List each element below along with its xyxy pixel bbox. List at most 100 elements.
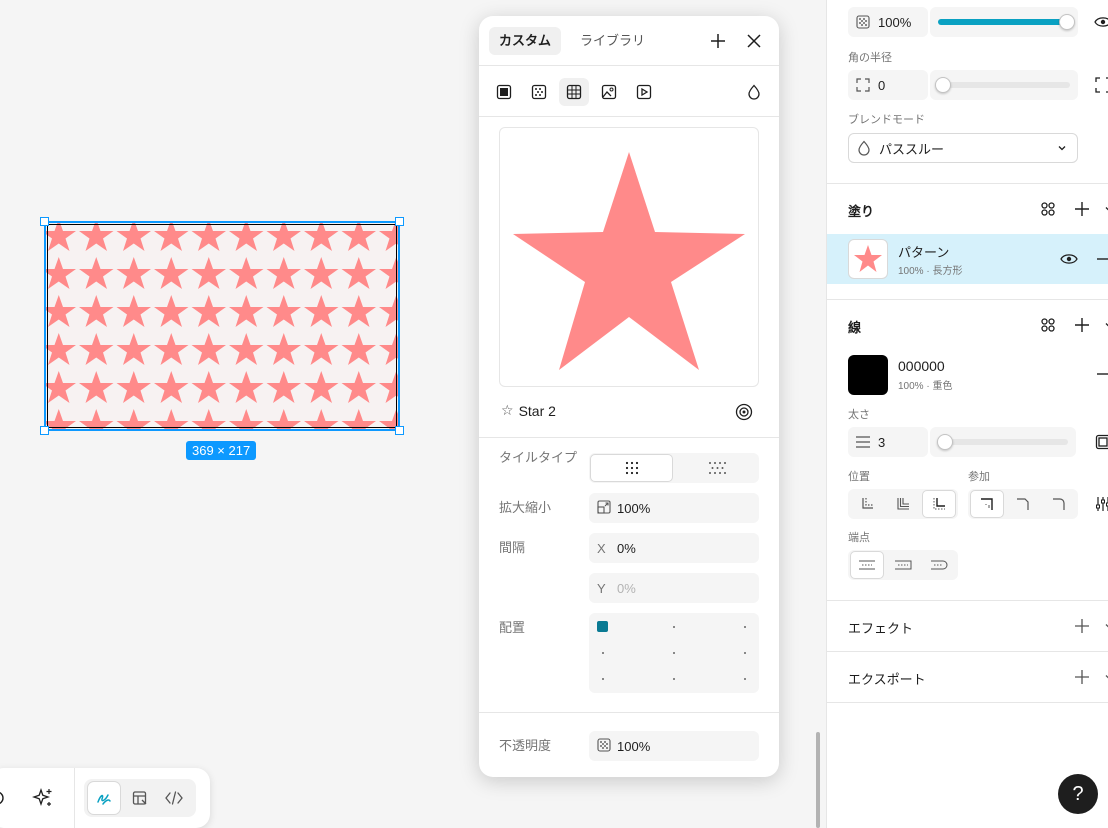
divider [827,702,1108,703]
opacity-icon [848,15,878,29]
add-export-icon[interactable] [1070,665,1094,689]
divider [827,651,1108,652]
slider-knob[interactable] [937,434,953,450]
alignment-middle-center[interactable] [673,652,675,654]
styles-grid-icon[interactable] [1036,313,1060,337]
star-outline-icon: ☆ [501,402,514,418]
remove-fill-icon[interactable] [1091,247,1108,271]
eye-icon[interactable] [1057,247,1081,271]
chevron-down-icon[interactable] [1097,197,1108,221]
canvas-scrollbar[interactable] [816,732,820,828]
resize-handle-bottom-left[interactable] [40,426,49,435]
gradient-icon[interactable] [524,78,554,106]
grid-tile-icon[interactable] [590,454,673,482]
code-icon[interactable] [157,781,191,815]
join-miter-icon[interactable] [970,490,1004,518]
spacing-x-prefix: X [597,540,606,556]
alignment-middle-left[interactable] [602,652,604,654]
resize-handle-top-right[interactable] [395,217,404,226]
blend-mode-select[interactable]: パススルー [848,133,1078,163]
spacing-x-field[interactable]: X 0% [589,533,759,563]
stroke-settings-icon[interactable] [1091,430,1108,454]
alignment-bottom-center[interactable] [673,678,675,680]
chevron-down-icon[interactable] [1097,665,1108,689]
chevron-down-icon[interactable] [1097,313,1108,337]
effects-section-title: エフェクト [848,621,914,636]
target-icon[interactable] [732,400,756,424]
stroke-advanced-icon[interactable] [1091,492,1108,516]
stroke-color-swatch[interactable] [848,355,888,395]
alignment-top-right[interactable] [744,626,746,628]
properties-panel: 100% 角の半径 0 ブレンドモード パススルー 塗り パターン 100% ·… [826,0,1108,828]
source-layer: ☆ Star 2 [501,402,556,419]
solid-icon[interactable] [489,78,519,106]
design-icon[interactable] [123,781,157,815]
independent-corners-icon[interactable] [1091,73,1108,97]
alignment-top-left[interactable] [597,621,608,632]
scale-field[interactable]: 100% [589,493,759,523]
tab-library[interactable]: ライブラリ [570,27,655,55]
fill-row-pattern[interactable]: パターン 100% · 長方形 [827,234,1108,284]
stroke-sub: 100% · 重色 [898,381,953,392]
video-icon[interactable] [629,78,659,106]
star-icon [854,245,882,272]
tab-custom[interactable]: カスタム [489,27,562,55]
fill-picker-popup: カスタム ライブラリ ☆ Star 2 タイルタイプ 拡大縮小 100% 間隔 … [479,16,779,777]
cap-none-icon[interactable] [850,551,884,579]
styles-grid-icon[interactable] [1036,197,1060,221]
resize-handle-top-left[interactable] [40,217,49,226]
spacing-y-field[interactable]: Y 0% [589,573,759,603]
remove-stroke-icon[interactable] [1091,362,1108,386]
alignment-grid[interactable] [589,613,759,693]
stroke-center-icon[interactable] [886,490,920,518]
export-section-title: エクスポート [848,672,926,687]
refresh-icon[interactable] [0,781,14,815]
slider-knob[interactable] [1059,14,1075,30]
stroke-weight-slider[interactable] [930,427,1076,457]
pattern-swatch[interactable] [848,239,888,279]
add-stroke-icon[interactable] [1070,313,1094,337]
toolbar-divider [74,768,75,828]
corner-radius-field[interactable]: 0 [848,70,928,100]
close-icon[interactable] [742,29,766,53]
help-button[interactable]: ? [1058,774,1098,814]
layer-opacity-field[interactable]: 100% [848,7,928,37]
selected-rectangle[interactable] [44,221,400,431]
source-layer-name: Star 2 [518,402,556,419]
spacing-y-prefix: Y [597,580,606,596]
add-icon[interactable] [706,29,730,53]
drop-icon[interactable] [739,78,769,106]
divider [827,600,1108,601]
cap-round-icon[interactable] [922,551,956,579]
alignment-middle-right[interactable] [744,652,746,654]
alignment-bottom-left[interactable] [602,678,604,680]
cap-square-icon[interactable] [886,551,920,579]
ai-sparkle-icon[interactable] [26,781,60,815]
slider-track [938,439,1068,445]
alignment-top-center[interactable] [673,626,675,628]
opacity-icon [597,737,617,755]
join-round-icon[interactable] [1042,490,1076,518]
corner-radius-slider[interactable] [930,70,1078,100]
layer-opacity-slider[interactable] [930,7,1078,37]
stroke-color-hex[interactable]: 000000 [898,358,945,374]
eye-icon[interactable] [1091,10,1108,34]
join-bevel-icon[interactable] [1006,490,1040,518]
stroke-cap-toggle [848,550,958,580]
add-fill-icon[interactable] [1070,197,1094,221]
offset-tile-icon[interactable] [675,454,758,482]
draw-icon[interactable] [87,781,121,815]
corner-radius-icon [848,78,878,92]
pattern-preview[interactable] [499,127,759,387]
image-icon[interactable] [594,78,624,106]
stroke-inside-icon[interactable] [850,490,884,518]
resize-handle-bottom-right[interactable] [395,426,404,435]
opacity-field[interactable]: 100% [589,731,759,761]
add-effect-icon[interactable] [1070,614,1094,638]
stroke-weight-field[interactable]: 3 [848,427,928,457]
alignment-bottom-right[interactable] [744,678,746,680]
stroke-outside-icon[interactable] [922,490,956,518]
chevron-down-icon[interactable] [1097,614,1108,638]
slider-knob[interactable] [935,77,951,93]
pattern-icon[interactable] [559,78,589,106]
